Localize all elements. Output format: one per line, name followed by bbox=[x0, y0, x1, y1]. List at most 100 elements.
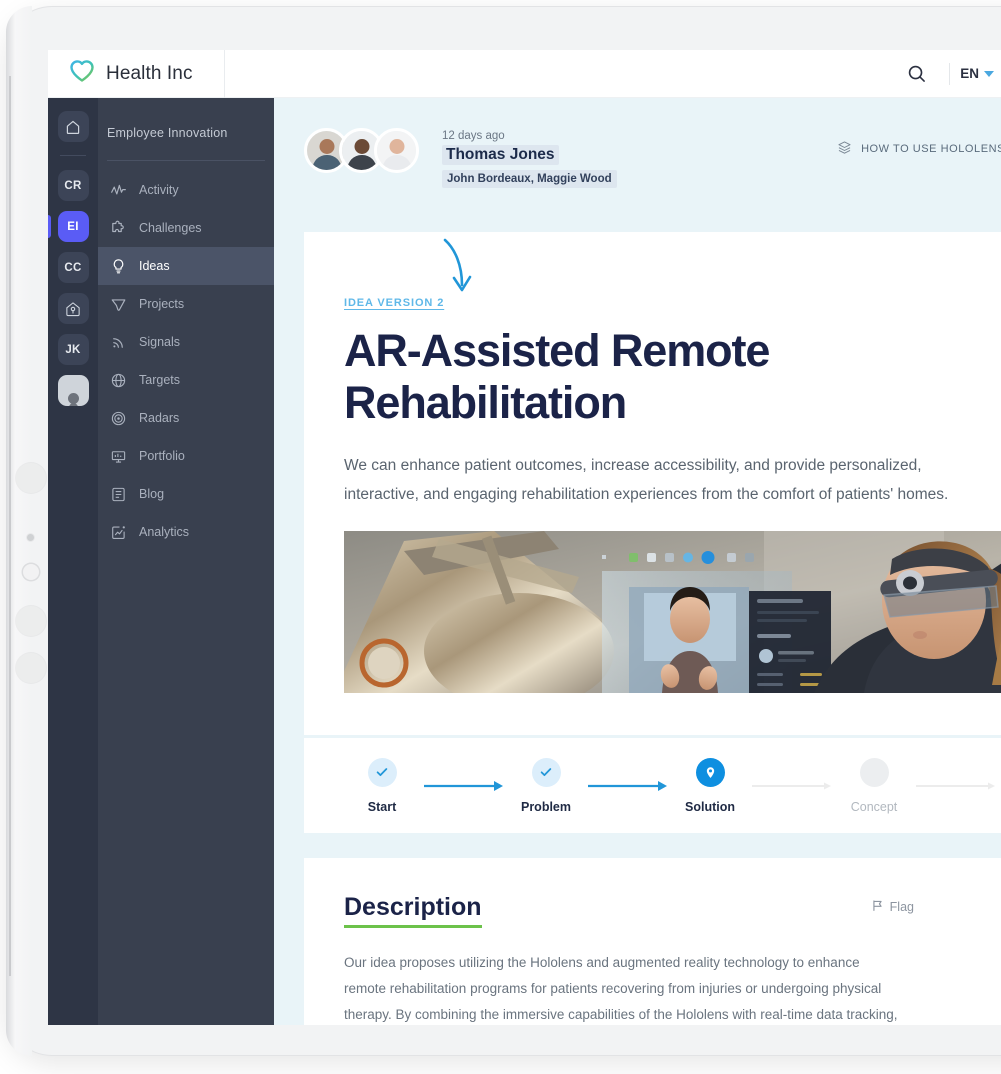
step-label: Problem bbox=[520, 799, 571, 814]
frame-seam bbox=[9, 76, 11, 976]
idea-card: IDEA VERSION 2 AR-Assisted Remote Rehabi… bbox=[304, 232, 1001, 735]
page-title: AR-Assisted Remote Rehabilitation bbox=[344, 325, 770, 428]
globe-icon bbox=[110, 372, 127, 389]
rail-tile-cc-label: CC bbox=[64, 261, 82, 274]
heart-logo-icon bbox=[69, 59, 95, 88]
location-pin-icon bbox=[695, 757, 725, 787]
check-icon bbox=[531, 757, 561, 787]
step-label: Start bbox=[367, 799, 397, 814]
step-problem[interactable]: Problem bbox=[508, 757, 584, 814]
rail-tile-jk-label: JK bbox=[65, 343, 81, 356]
sidebar-item-label: Challenges bbox=[139, 221, 202, 235]
sidebar-title: Employee Innovation bbox=[107, 126, 228, 140]
description-header: Description Flag bbox=[344, 893, 914, 928]
brand-divider bbox=[224, 50, 225, 98]
signal-icon bbox=[110, 334, 127, 351]
sidebar-item-targets[interactable]: Targets bbox=[98, 361, 274, 399]
top-bar-separator bbox=[949, 62, 951, 85]
sidebar-item-label: Activity bbox=[139, 183, 179, 197]
sidebar: Employee Innovation Activity Challenges … bbox=[98, 98, 274, 1025]
rail-tile-cc[interactable]: CC bbox=[57, 252, 89, 283]
rail-home-icon[interactable] bbox=[57, 111, 89, 142]
activity-icon bbox=[110, 182, 127, 199]
flag-label: Flag bbox=[889, 900, 914, 914]
step-circle-empty bbox=[859, 757, 889, 787]
step-connector bbox=[748, 776, 836, 796]
brand-name: Health Inc bbox=[106, 62, 193, 84]
step-label: Concept bbox=[850, 799, 898, 814]
sidebar-item-label: Projects bbox=[139, 297, 185, 311]
related-article-link[interactable]: HOW TO USE HOLOLENS TO TRANS bbox=[837, 140, 1001, 158]
check-icon bbox=[367, 757, 397, 787]
radar-icon bbox=[110, 410, 127, 427]
rail-tile-avatar[interactable] bbox=[57, 375, 89, 406]
step-label: Solution bbox=[685, 799, 735, 814]
step-solution[interactable]: Solution bbox=[672, 757, 748, 814]
post-coauthors[interactable]: John Bordeaux, Maggie Wood bbox=[442, 170, 617, 188]
torn-edge-decoration bbox=[304, 232, 1001, 248]
rail-tile-ei[interactable]: EI bbox=[48, 211, 89, 242]
step-start[interactable]: Start bbox=[344, 757, 420, 814]
power-button[interactable] bbox=[16, 463, 46, 493]
portfolio-icon bbox=[110, 448, 127, 465]
sidebar-item-label: Signals bbox=[139, 335, 180, 349]
post-meta: 12 days ago Thomas Jones John Bordeaux, … bbox=[442, 128, 617, 203]
sidebar-item-projects[interactable]: Projects bbox=[98, 285, 274, 323]
volume-down-button[interactable] bbox=[16, 653, 46, 683]
flag-icon bbox=[871, 899, 884, 915]
author-avatars bbox=[304, 128, 419, 203]
idea-hero-image bbox=[344, 531, 1001, 693]
home-button[interactable] bbox=[23, 564, 39, 580]
sidebar-item-label: Blog bbox=[139, 487, 165, 501]
sidebar-item-activity[interactable]: Activity bbox=[98, 171, 274, 209]
sidebar-item-portfolio[interactable]: Portfolio bbox=[98, 437, 274, 475]
flag-button[interactable]: Flag bbox=[871, 893, 914, 915]
chevron-down-icon bbox=[984, 70, 994, 77]
sidebar-item-label: Analytics bbox=[139, 525, 190, 539]
sidebar-item-blog[interactable]: Blog bbox=[98, 475, 274, 513]
sidebar-divider bbox=[107, 160, 265, 161]
sidebar-item-radars[interactable]: Radars bbox=[98, 399, 274, 437]
layers-icon bbox=[837, 140, 852, 158]
blog-icon bbox=[110, 486, 127, 503]
sidebar-item-label: Targets bbox=[139, 373, 180, 387]
idea-stage-stepper: Start Problem Solution Concept bbox=[304, 738, 1001, 833]
sidebar-item-signals[interactable]: Signals bbox=[98, 323, 274, 361]
rail-tile-house-icon[interactable] bbox=[57, 293, 89, 324]
post-author[interactable]: Thomas Jones bbox=[442, 145, 559, 165]
language-label: EN bbox=[960, 66, 979, 81]
avatar-silhouette-icon bbox=[67, 392, 79, 404]
related-article-label: HOW TO USE HOLOLENS TO TRANS bbox=[861, 143, 1001, 155]
challenges-icon bbox=[110, 220, 127, 237]
rail-tile-cr[interactable]: CR bbox=[57, 170, 89, 201]
idea-summary: We can enhance patient outcomes, increas… bbox=[344, 457, 949, 503]
sidebar-item-analytics[interactable]: Analytics bbox=[98, 513, 274, 551]
description-heading: Description bbox=[344, 893, 482, 928]
sidebar-item-ideas[interactable]: Ideas bbox=[98, 247, 274, 285]
rail-tile-ei-label: EI bbox=[67, 220, 79, 233]
description-paragraph: Our idea proposes utilizing the Hololens… bbox=[344, 955, 898, 1022]
search-icon[interactable] bbox=[893, 50, 939, 98]
top-bar-actions: EN bbox=[893, 50, 1001, 97]
top-bar: Health Inc EN bbox=[48, 50, 1001, 98]
app-screen: Health Inc EN CR EI CC JK Employee Innov… bbox=[48, 50, 1001, 1025]
paper-plane-icon bbox=[110, 296, 127, 313]
sidebar-item-label: Radars bbox=[139, 411, 180, 425]
rail-tile-jk[interactable]: JK bbox=[57, 334, 89, 365]
language-selector[interactable]: EN bbox=[960, 66, 1001, 81]
description-section: Description Flag Our idea proposes utili… bbox=[304, 858, 1001, 1025]
analytics-icon bbox=[110, 524, 127, 541]
avatar[interactable] bbox=[374, 128, 419, 173]
sidebar-item-challenges[interactable]: Challenges bbox=[98, 209, 274, 247]
step-connector bbox=[420, 776, 508, 796]
post-header: 12 days ago Thomas Jones John Bordeaux, … bbox=[274, 98, 1001, 203]
brand-logo[interactable]: Health Inc bbox=[48, 50, 224, 97]
step-connector bbox=[912, 776, 1000, 796]
volume-up-button[interactable] bbox=[16, 606, 46, 636]
sidebar-item-label: Portfolio bbox=[139, 449, 185, 463]
rail-tile-cr-label: CR bbox=[64, 179, 82, 192]
idea-version-link[interactable]: IDEA VERSION 2 bbox=[344, 297, 444, 309]
workspace-rail: CR EI CC JK bbox=[48, 98, 98, 1025]
step-concept[interactable]: Concept bbox=[836, 757, 912, 814]
rail-divider bbox=[60, 155, 86, 156]
